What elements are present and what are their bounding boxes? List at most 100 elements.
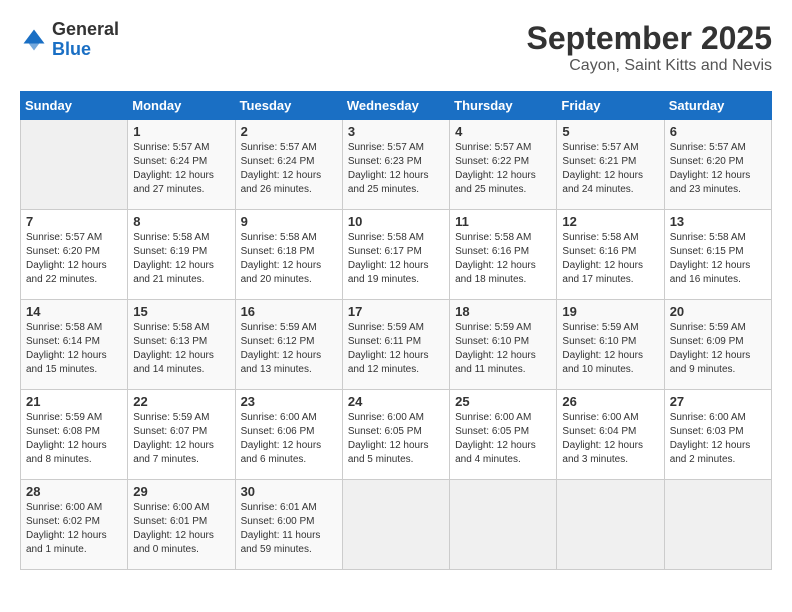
weekday-header-wednesday: Wednesday (342, 92, 449, 120)
calendar-cell: 18Sunrise: 5:59 AMSunset: 6:10 PMDayligh… (450, 300, 557, 390)
day-detail: Sunrise: 5:57 AMSunset: 6:24 PMDaylight:… (241, 141, 337, 197)
calendar-cell: 26Sunrise: 6:00 AMSunset: 6:04 PMDayligh… (557, 390, 664, 480)
month-title: September 2025 (527, 20, 772, 57)
day-detail: Sunrise: 5:59 AMSunset: 6:07 PMDaylight:… (133, 411, 229, 467)
day-number: 24 (348, 394, 444, 409)
day-detail: Sunrise: 5:58 AMSunset: 6:16 PMDaylight:… (455, 231, 551, 287)
day-number: 22 (133, 394, 229, 409)
day-number: 16 (241, 304, 337, 319)
calendar-week-2: 14 Sunrise: 5:58 AMSunset: 6:14 PMDayligh… (21, 300, 772, 390)
calendar-cell: 2 Sunrise: 5:57 AMSunset: 6:24 PMDaylight… (235, 120, 342, 210)
calendar-cell: 28Sunrise: 6:00 AMSunset: 6:02 PMDayligh… (21, 480, 128, 570)
day-detail: Sunrise: 6:00 AMSunset: 6:06 PMDaylight:… (241, 411, 337, 467)
day-number: 13 (670, 214, 766, 229)
calendar-cell: 15 Sunrise: 5:58 AMSunset: 6:13 PMDayligh… (128, 300, 235, 390)
day-number: 14 (26, 304, 122, 319)
calendar-cell: 24Sunrise: 6:00 AMSunset: 6:05 PMDayligh… (342, 390, 449, 480)
logo-icon (20, 26, 48, 54)
calendar-cell (21, 120, 128, 210)
day-number: 25 (455, 394, 551, 409)
day-number: 19 (562, 304, 658, 319)
logo-blue-text: Blue (52, 40, 119, 60)
calendar-week-0: 1 Sunrise: 5:57 AMSunset: 6:24 PMDaylight… (21, 120, 772, 210)
day-detail: Sunrise: 5:58 AMSunset: 6:13 PMDaylight:… (133, 321, 229, 377)
calendar-week-4: 28Sunrise: 6:00 AMSunset: 6:02 PMDayligh… (21, 480, 772, 570)
day-number: 5 (562, 124, 658, 139)
calendar-cell: 10 Sunrise: 5:58 AMSunset: 6:17 PMDayligh… (342, 210, 449, 300)
weekday-header-thursday: Thursday (450, 92, 557, 120)
page-header: General Blue September 2025 Cayon, Saint… (20, 20, 772, 75)
day-number: 10 (348, 214, 444, 229)
calendar-cell: 14 Sunrise: 5:58 AMSunset: 6:14 PMDayligh… (21, 300, 128, 390)
calendar-cell: 7 Sunrise: 5:57 AMSunset: 6:20 PMDaylight… (21, 210, 128, 300)
day-number: 17 (348, 304, 444, 319)
logo: General Blue (20, 20, 119, 60)
day-detail: Sunrise: 5:57 AMSunset: 6:20 PMDaylight:… (670, 141, 766, 197)
weekday-header-sunday: Sunday (21, 92, 128, 120)
day-detail: Sunrise: 5:59 AMSunset: 6:10 PMDaylight:… (562, 321, 658, 377)
day-detail: Sunrise: 6:01 AMSunset: 6:00 PMDaylight:… (241, 501, 337, 557)
calendar-header: SundayMondayTuesdayWednesdayThursdayFrid… (21, 92, 772, 120)
calendar-cell (664, 480, 771, 570)
weekday-header-friday: Friday (557, 92, 664, 120)
weekday-header-monday: Monday (128, 92, 235, 120)
day-number: 27 (670, 394, 766, 409)
day-number: 7 (26, 214, 122, 229)
day-number: 23 (241, 394, 337, 409)
day-number: 30 (241, 484, 337, 499)
location: Cayon, Saint Kitts and Nevis (527, 57, 772, 75)
day-detail: Sunrise: 5:59 AMSunset: 6:12 PMDaylight:… (241, 321, 337, 377)
day-number: 11 (455, 214, 551, 229)
logo-general-text: General (52, 20, 119, 40)
calendar-cell: 13 Sunrise: 5:58 AMSunset: 6:15 PMDayligh… (664, 210, 771, 300)
day-detail: Sunrise: 5:58 AMSunset: 6:16 PMDaylight:… (562, 231, 658, 287)
day-number: 3 (348, 124, 444, 139)
calendar-week-1: 7 Sunrise: 5:57 AMSunset: 6:20 PMDaylight… (21, 210, 772, 300)
day-number: 15 (133, 304, 229, 319)
day-number: 9 (241, 214, 337, 229)
title-block: September 2025 Cayon, Saint Kitts and Ne… (527, 20, 772, 75)
calendar-cell: 23 Sunrise: 6:00 AMSunset: 6:06 PMDayligh… (235, 390, 342, 480)
calendar-cell: 27Sunrise: 6:00 AMSunset: 6:03 PMDayligh… (664, 390, 771, 480)
day-detail: Sunrise: 5:57 AMSunset: 6:21 PMDaylight:… (562, 141, 658, 197)
day-number: 18 (455, 304, 551, 319)
weekday-header-saturday: Saturday (664, 92, 771, 120)
calendar-cell: 21Sunrise: 5:59 AMSunset: 6:08 PMDayligh… (21, 390, 128, 480)
calendar-cell: 17 Sunrise: 5:59 AMSunset: 6:11 PMDayligh… (342, 300, 449, 390)
calendar-cell: 20Sunrise: 5:59 AMSunset: 6:09 PMDayligh… (664, 300, 771, 390)
calendar-body: 1 Sunrise: 5:57 AMSunset: 6:24 PMDaylight… (21, 120, 772, 570)
day-detail: Sunrise: 5:57 AMSunset: 6:24 PMDaylight:… (133, 141, 229, 197)
calendar-cell: 11 Sunrise: 5:58 AMSunset: 6:16 PMDayligh… (450, 210, 557, 300)
calendar-cell: 5 Sunrise: 5:57 AMSunset: 6:21 PMDaylight… (557, 120, 664, 210)
day-number: 29 (133, 484, 229, 499)
calendar-cell: 16 Sunrise: 5:59 AMSunset: 6:12 PMDayligh… (235, 300, 342, 390)
day-number: 21 (26, 394, 122, 409)
weekday-header-tuesday: Tuesday (235, 92, 342, 120)
day-detail: Sunrise: 5:58 AMSunset: 6:14 PMDaylight:… (26, 321, 122, 377)
calendar-cell: 9 Sunrise: 5:58 AMSunset: 6:18 PMDaylight… (235, 210, 342, 300)
day-number: 4 (455, 124, 551, 139)
day-detail: Sunrise: 5:58 AMSunset: 6:18 PMDaylight:… (241, 231, 337, 287)
calendar-week-3: 21Sunrise: 5:59 AMSunset: 6:08 PMDayligh… (21, 390, 772, 480)
calendar-cell: 30 Sunrise: 6:01 AMSunset: 6:00 PMDayligh… (235, 480, 342, 570)
calendar-cell: 22 Sunrise: 5:59 AMSunset: 6:07 PMDayligh… (128, 390, 235, 480)
day-detail: Sunrise: 5:58 AMSunset: 6:15 PMDaylight:… (670, 231, 766, 287)
calendar-cell (450, 480, 557, 570)
day-detail: Sunrise: 5:58 AMSunset: 6:17 PMDaylight:… (348, 231, 444, 287)
day-detail: Sunrise: 5:58 AMSunset: 6:19 PMDaylight:… (133, 231, 229, 287)
calendar-cell: 8Sunrise: 5:58 AMSunset: 6:19 PMDaylight… (128, 210, 235, 300)
day-number: 2 (241, 124, 337, 139)
calendar-cell (557, 480, 664, 570)
day-number: 20 (670, 304, 766, 319)
day-detail: Sunrise: 6:00 AMSunset: 6:02 PMDaylight:… (26, 501, 122, 557)
day-number: 12 (562, 214, 658, 229)
day-detail: Sunrise: 6:00 AMSunset: 6:05 PMDaylight:… (455, 411, 551, 467)
day-number: 1 (133, 124, 229, 139)
calendar-cell: 19 Sunrise: 5:59 AMSunset: 6:10 PMDayligh… (557, 300, 664, 390)
logo-text: General Blue (52, 20, 119, 60)
day-detail: Sunrise: 5:59 AMSunset: 6:11 PMDaylight:… (348, 321, 444, 377)
calendar-cell: 6Sunrise: 5:57 AMSunset: 6:20 PMDaylight… (664, 120, 771, 210)
day-detail: Sunrise: 5:57 AMSunset: 6:20 PMDaylight:… (26, 231, 122, 287)
calendar-cell (342, 480, 449, 570)
calendar-table: SundayMondayTuesdayWednesdayThursdayFrid… (20, 91, 772, 570)
